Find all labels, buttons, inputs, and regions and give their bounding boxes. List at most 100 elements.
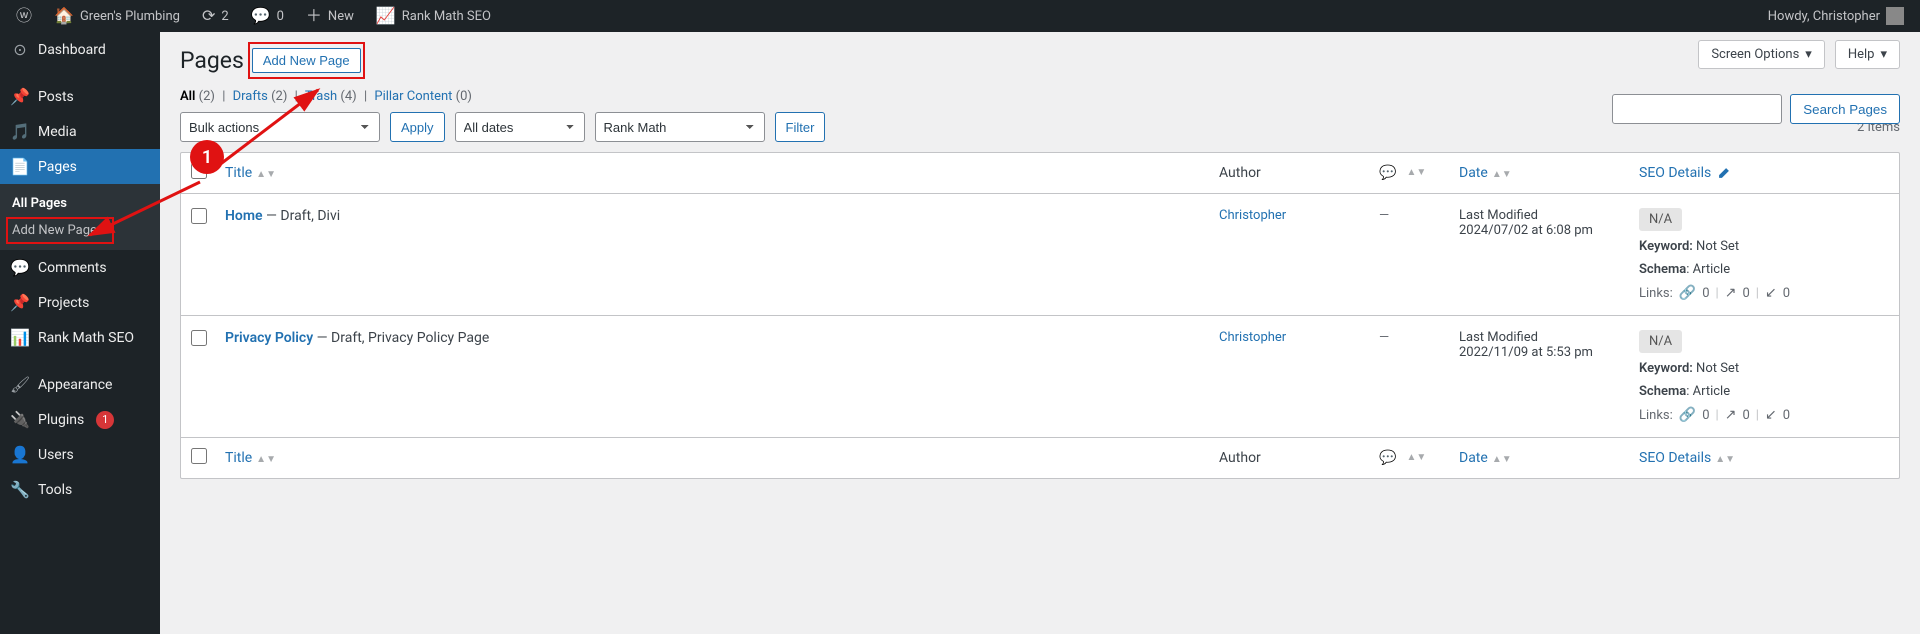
col-author-label: Author	[1219, 450, 1261, 466]
updates[interactable]: ⟳2	[194, 0, 237, 32]
external-icon: ↗	[1725, 285, 1737, 301]
bulk-actions-select[interactable]: Bulk actions	[180, 112, 380, 142]
howdy-text: Howdy, Christopher	[1768, 9, 1880, 24]
comments-toolbar[interactable]: 💬0	[243, 0, 292, 32]
link-external: 0	[1742, 286, 1749, 301]
filter-button[interactable]: Filter	[775, 112, 826, 142]
date-label: Last Modified	[1459, 208, 1639, 223]
author-link[interactable]: Christopher	[1219, 330, 1286, 345]
apply-button[interactable]: Apply	[390, 112, 445, 142]
menu-users[interactable]: 👤Users	[0, 437, 160, 472]
incoming-icon: ↙	[1765, 285, 1777, 301]
submenu-add-new-page[interactable]: Add New Page	[0, 217, 160, 244]
schema-label: Schema	[1639, 262, 1686, 277]
pencil-icon	[1717, 166, 1731, 180]
col-date-label: Date	[1459, 165, 1488, 181]
brush-icon: 🖌	[10, 375, 30, 394]
comments-cell: —	[1379, 330, 1389, 345]
link-icon: 🔗	[1679, 285, 1696, 301]
plus-icon: ＋	[306, 8, 322, 24]
view-pillar[interactable]: Pillar Content	[374, 89, 452, 104]
menu-tools[interactable]: 🔧Tools	[0, 472, 160, 507]
site-name[interactable]: 🏠Green's Plumbing	[46, 0, 188, 32]
chart-icon: 📊	[10, 328, 30, 347]
search-button[interactable]: Search Pages	[1790, 94, 1900, 124]
add-new-page-highlight: Add New Page	[248, 42, 365, 79]
view-all-count: (2)	[199, 89, 215, 104]
menu-appearance[interactable]: 🖌Appearance	[0, 367, 160, 402]
col-comments-footer[interactable]: 💬▲▼	[1379, 450, 1459, 466]
wrench-icon: 🔧	[10, 480, 30, 499]
seo-badge: N/A	[1639, 208, 1682, 231]
view-all-label: All	[180, 89, 195, 104]
search-input[interactable]	[1612, 94, 1782, 124]
col-date[interactable]: Date▲▼	[1459, 165, 1639, 181]
new-content[interactable]: ＋ New	[298, 0, 362, 32]
col-comments[interactable]: 💬▲▼	[1379, 165, 1459, 181]
author-link[interactable]: Christopher	[1219, 208, 1286, 223]
link-icon: 🔗	[1679, 407, 1696, 423]
menu-media[interactable]: 🎵Media	[0, 114, 160, 149]
rankmath-filter-select[interactable]: Rank Math	[595, 112, 765, 142]
wp-logo[interactable]: ⓦ	[8, 0, 40, 32]
col-author: Author	[1219, 165, 1379, 181]
rankmath-toolbar[interactable]: 📈Rank Math SEO	[368, 0, 499, 32]
incoming-icon: ↙	[1765, 407, 1777, 423]
menu-dashboard[interactable]: ⊙Dashboard	[0, 32, 160, 67]
col-title-footer[interactable]: Title▲▼	[225, 450, 1219, 466]
menu-rankmath[interactable]: 📊 Rank Math SEO	[0, 320, 160, 355]
row-checkbox[interactable]	[191, 330, 207, 346]
annotation-marker-1: 1	[190, 140, 224, 174]
view-drafts-label: Drafts	[233, 89, 268, 104]
page-status: — Draft, Divi	[263, 208, 341, 224]
help-button[interactable]: Help▾	[1835, 40, 1900, 69]
col-seo[interactable]: SEO Details	[1639, 165, 1889, 181]
pin-icon: 📌	[10, 293, 30, 312]
submenu-add-new-page-label: Add New Page	[12, 223, 97, 238]
row-checkbox[interactable]	[191, 208, 207, 224]
date-filter-select[interactable]: All dates	[455, 112, 585, 142]
view-trash[interactable]: Trash	[305, 89, 337, 104]
col-date-footer[interactable]: Date▲▼	[1459, 450, 1639, 466]
link-incoming: 0	[1783, 408, 1790, 423]
help-label: Help	[1848, 47, 1875, 62]
add-new-page-button[interactable]: Add New Page	[252, 48, 361, 73]
submenu-all-pages-label: All Pages	[12, 196, 67, 211]
rankmath-label: Rank Math SEO	[402, 9, 491, 24]
user-menu[interactable]: Howdy, Christopher	[1760, 0, 1912, 32]
updates-count: 2	[221, 9, 228, 24]
pages-table: Title▲▼ Author 💬▲▼ Date▲▼ SEO Details Ho…	[180, 152, 1900, 479]
keyword-value: Not Set	[1693, 239, 1739, 254]
sort-icon: ▲▼	[1406, 170, 1426, 176]
col-title-label: Title	[225, 450, 252, 466]
menu-posts[interactable]: 📌Posts	[0, 79, 160, 114]
page-link[interactable]: Privacy Policy	[225, 330, 313, 346]
menu-rankmath-label: Rank Math SEO	[38, 330, 134, 346]
view-drafts[interactable]: Drafts	[233, 89, 268, 104]
menu-pages-label: Pages	[38, 159, 77, 175]
menu-comments-label: Comments	[38, 260, 107, 276]
col-author-footer: Author	[1219, 450, 1379, 466]
col-title[interactable]: Title▲▼	[225, 165, 1219, 181]
page-link-label: Privacy Policy	[225, 330, 313, 346]
menu-projects[interactable]: 📌Projects	[0, 285, 160, 320]
view-trash-count: (4)	[340, 89, 356, 104]
chevron-down-icon: ▾	[1805, 47, 1812, 62]
new-label: New	[328, 9, 354, 24]
admin-sidebar: ⊙Dashboard 📌Posts 🎵Media 📄Pages All Page…	[0, 32, 160, 634]
view-all[interactable]: All	[180, 89, 195, 104]
menu-pages[interactable]: 📄Pages	[0, 149, 160, 184]
menu-comments[interactable]: 💬Comments	[0, 250, 160, 285]
col-seo-footer[interactable]: SEO Details▲▼	[1639, 450, 1889, 466]
admin-bar: ⓦ 🏠Green's Plumbing ⟳2 💬0 ＋ New 📈Rank Mat…	[0, 0, 1920, 32]
pin-icon: 📌	[10, 87, 30, 106]
submenu-all-pages[interactable]: All Pages	[0, 190, 160, 217]
table-footer: Title▲▼ Author 💬▲▼ Date▲▼ SEO Details▲▼	[181, 438, 1899, 478]
schema-label: Schema	[1639, 384, 1686, 399]
screen-options-button[interactable]: Screen Options▾	[1698, 40, 1825, 69]
menu-plugins[interactable]: 🔌Plugins1	[0, 402, 160, 437]
page-link[interactable]: Home	[225, 208, 263, 224]
comment-icon: 💬	[1379, 450, 1396, 466]
select-all-checkbox-footer[interactable]	[191, 448, 207, 464]
view-drafts-count: (2)	[271, 89, 287, 104]
